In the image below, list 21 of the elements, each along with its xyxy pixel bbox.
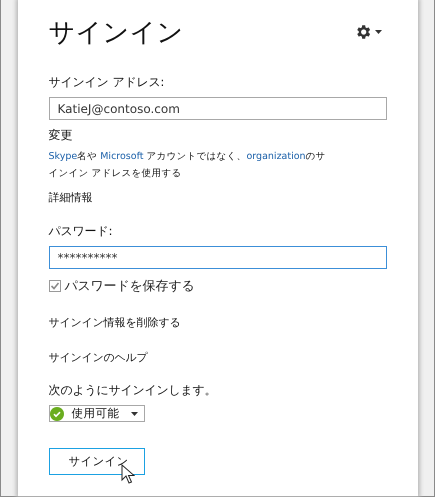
help-link[interactable]: サインインのヘルプ bbox=[48, 350, 148, 365]
note-link[interactable]: organization bbox=[246, 151, 306, 162]
password-label: パスワード: bbox=[48, 223, 114, 240]
remember-label: パスワードを保存する bbox=[64, 278, 194, 295]
address-note: Skype名や Microsoft アカウントではなく、organizationのサインイン アドレスを使用する bbox=[48, 150, 327, 181]
address-field[interactable]: KatieJ@contoso.com bbox=[48, 97, 386, 120]
delete-info-link[interactable]: サインイン情報を削除する bbox=[48, 315, 180, 330]
change-link[interactable]: 変更 bbox=[48, 127, 72, 144]
address-label: サインイン アドレス: bbox=[48, 74, 166, 91]
caret-icon bbox=[374, 30, 382, 34]
status-dropdown[interactable]: 使用可能 bbox=[48, 405, 144, 422]
password-field[interactable]: ********** bbox=[48, 246, 386, 269]
note-link[interactable]: Skype bbox=[48, 151, 78, 162]
status-label: 次のようにサインインします。 bbox=[48, 382, 218, 399]
note-link[interactable]: Microsoft bbox=[100, 151, 144, 162]
caret-icon bbox=[130, 412, 138, 416]
remember-checkbox[interactable] bbox=[48, 280, 60, 292]
details-link[interactable]: 詳細情報 bbox=[48, 190, 92, 205]
sign-in-button[interactable]: サインイン bbox=[48, 448, 144, 475]
mouse-cursor-icon bbox=[120, 464, 134, 484]
page-title: サインイン bbox=[48, 16, 184, 50]
